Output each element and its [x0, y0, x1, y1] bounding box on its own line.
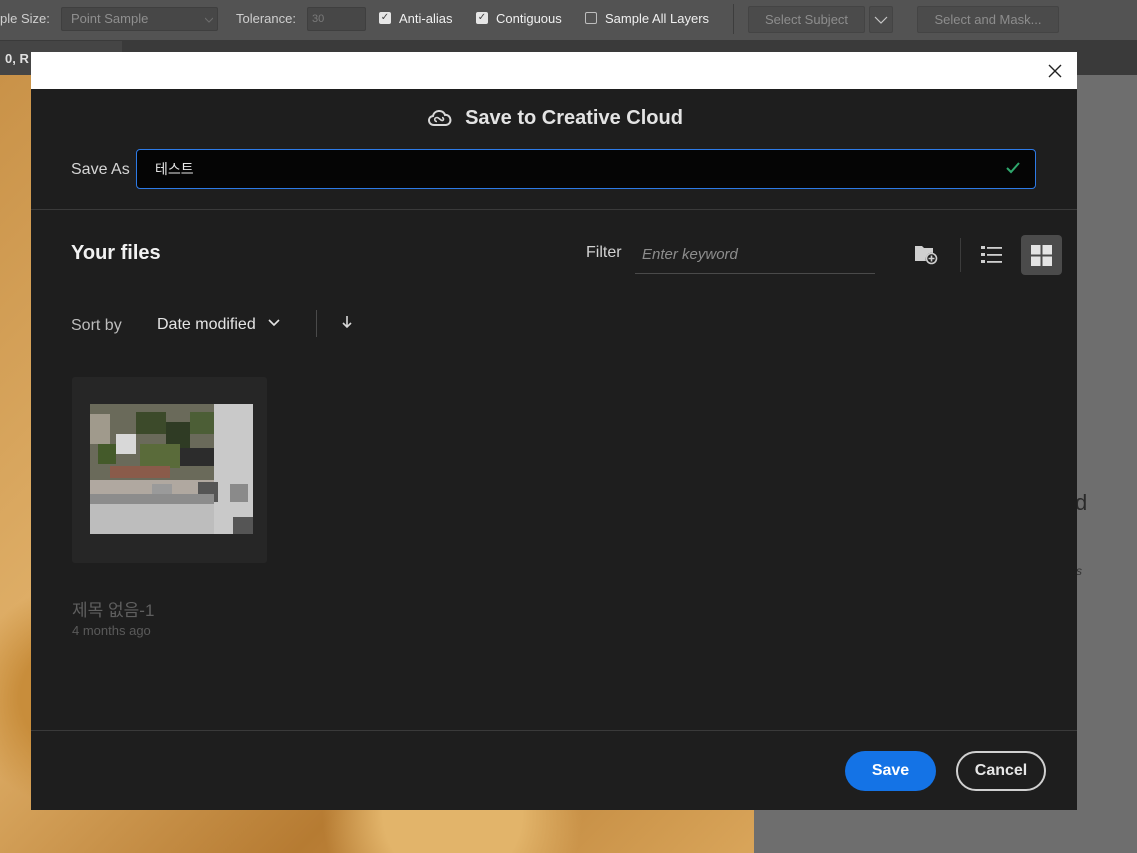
list-view-icon[interactable] [980, 244, 1004, 266]
checkmark-icon [1006, 162, 1020, 174]
toolbar-divider [316, 310, 317, 337]
tolerance-label: Tolerance: [236, 11, 296, 26]
chevron-down-icon [874, 16, 888, 24]
file-name[interactable]: 제목 없음-1 [72, 596, 154, 621]
save-as-value: 테스트 [155, 161, 194, 177]
divider [31, 209, 1077, 210]
contiguous-label: Contiguous [496, 11, 562, 26]
select-subject-options-button[interactable] [869, 6, 893, 33]
sort-direction-icon[interactable] [340, 314, 354, 330]
dialog-title-text: Save to Creative Cloud [465, 107, 683, 129]
dialog-title-bar [31, 52, 1077, 89]
files-heading: Your files [71, 242, 161, 264]
file-card[interactable] [72, 377, 267, 563]
sort-by-label: Sort by [71, 317, 122, 334]
close-icon[interactable] [1045, 61, 1065, 81]
toolbar-divider [733, 4, 734, 34]
save-to-cloud-dialog: Save to Creative Cloud Save As 테스트 Your … [31, 52, 1077, 810]
sample-size-label: ple Size: [0, 11, 50, 26]
options-bar: ple Size: Point Sample Tolerance: 30 ✓ A… [0, 0, 1137, 41]
sort-by-value: Date modified [157, 316, 256, 333]
toolbar-divider [960, 238, 961, 272]
filter-input[interactable]: Enter keyword [635, 240, 875, 274]
tolerance-input[interactable]: 30 [307, 7, 366, 31]
chevron-down-icon [268, 319, 280, 327]
select-and-mask-button[interactable]: Select and Mask... [917, 6, 1059, 33]
grid-view-icon [1031, 245, 1052, 266]
save-as-label: Save As [71, 161, 130, 178]
divider [31, 730, 1077, 731]
grid-view-button[interactable] [1021, 235, 1062, 275]
sample-all-layers-checkbox[interactable] [585, 12, 597, 24]
sort-by-dropdown[interactable]: Date modified [157, 316, 280, 334]
save-button[interactable]: Save [845, 751, 936, 791]
creative-cloud-icon [428, 110, 452, 126]
dialog-title: Save to Creative Cloud [31, 107, 1077, 130]
chevron-down-icon [205, 17, 213, 23]
select-subject-button[interactable]: Select Subject [748, 6, 865, 33]
anti-alias-checkbox[interactable]: ✓ [379, 12, 391, 24]
anti-alias-label: Anti-alias [399, 11, 453, 26]
file-thumbnail [90, 404, 253, 534]
new-folder-icon[interactable] [914, 243, 938, 265]
filter-label: Filter [586, 244, 622, 261]
file-modified-date: 4 months ago [72, 623, 151, 638]
cancel-button[interactable]: Cancel [956, 751, 1046, 791]
sample-all-layers-label: Sample All Layers [605, 11, 710, 26]
contiguous-checkbox[interactable]: ✓ [476, 12, 488, 24]
save-as-input[interactable]: 테스트 [136, 149, 1036, 189]
sample-size-value: Point Sample [71, 11, 149, 26]
sample-size-dropdown[interactable]: Point Sample [61, 7, 218, 31]
